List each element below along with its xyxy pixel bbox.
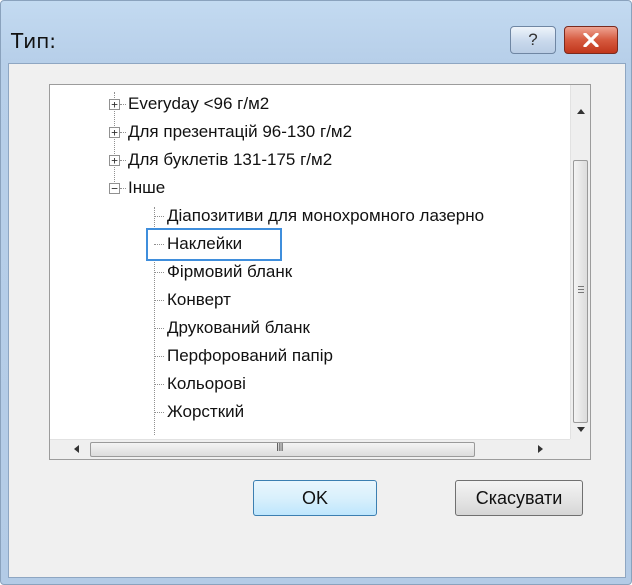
scroll-up-icon[interactable] [577, 109, 585, 114]
tree-group-label: Для презентацій 96-130 г/м2 [128, 122, 353, 141]
vertical-scrollbar[interactable] [570, 85, 590, 439]
expand-plus-icon[interactable]: + [109, 127, 120, 138]
paper-type-tree[interactable]: + Everyday <96 г/м2 + Для презентацій 96… [49, 84, 591, 460]
title-bar[interactable]: Тип: ? [1, 1, 631, 63]
scroll-right-icon[interactable] [538, 445, 543, 453]
tree-item-label: Конверт [167, 290, 231, 309]
tree-item-label: Діапозитиви для монохромного лазерно [167, 206, 485, 225]
horizontal-scrollbar[interactable]: III [50, 439, 570, 459]
scroll-left-icon[interactable] [74, 445, 79, 453]
tree-group-label: Інше [128, 178, 166, 197]
tree-item-label: Фірмовий бланк [167, 262, 293, 281]
dialog-body: + Everyday <96 г/м2 + Для презентацій 96… [8, 63, 626, 578]
tree-item-label: Жорсткий [167, 402, 245, 421]
tree-item-label: Кольорові [167, 374, 246, 393]
tree-group-label: Для буклетів 131-175 г/м2 [128, 150, 333, 169]
tree-group-label: Everyday <96 г/м2 [128, 94, 270, 113]
close-button[interactable] [564, 26, 618, 54]
tree-item-label: Наклейки [167, 234, 243, 253]
help-icon: ? [528, 30, 538, 49]
scroll-grip-icon: III [276, 441, 284, 454]
collapse-minus-icon[interactable]: − [109, 183, 120, 194]
horizontal-scroll-thumb[interactable]: III [90, 441, 475, 457]
expand-plus-icon[interactable]: + [109, 99, 120, 110]
close-x-icon [583, 33, 599, 47]
scroll-down-icon[interactable] [577, 427, 585, 432]
cancel-button[interactable]: Скасувати [455, 480, 583, 516]
tree-item-label: Перфорований папір [167, 346, 333, 365]
dialog-window: Тип: ? + Everyday <96 г/м2 + Для презент… [0, 0, 632, 585]
dialog-title: Тип: [11, 29, 57, 53]
help-button[interactable]: ? [510, 26, 556, 54]
vertical-scroll-thumb[interactable] [573, 160, 588, 423]
tree-viewport: + Everyday <96 г/м2 + Для презентацій 96… [50, 85, 570, 439]
expand-plus-icon[interactable]: + [109, 155, 120, 166]
tree-item-label: Друкований бланк [167, 318, 310, 337]
ok-button[interactable]: OK [253, 480, 377, 516]
scroll-corner [570, 439, 590, 459]
